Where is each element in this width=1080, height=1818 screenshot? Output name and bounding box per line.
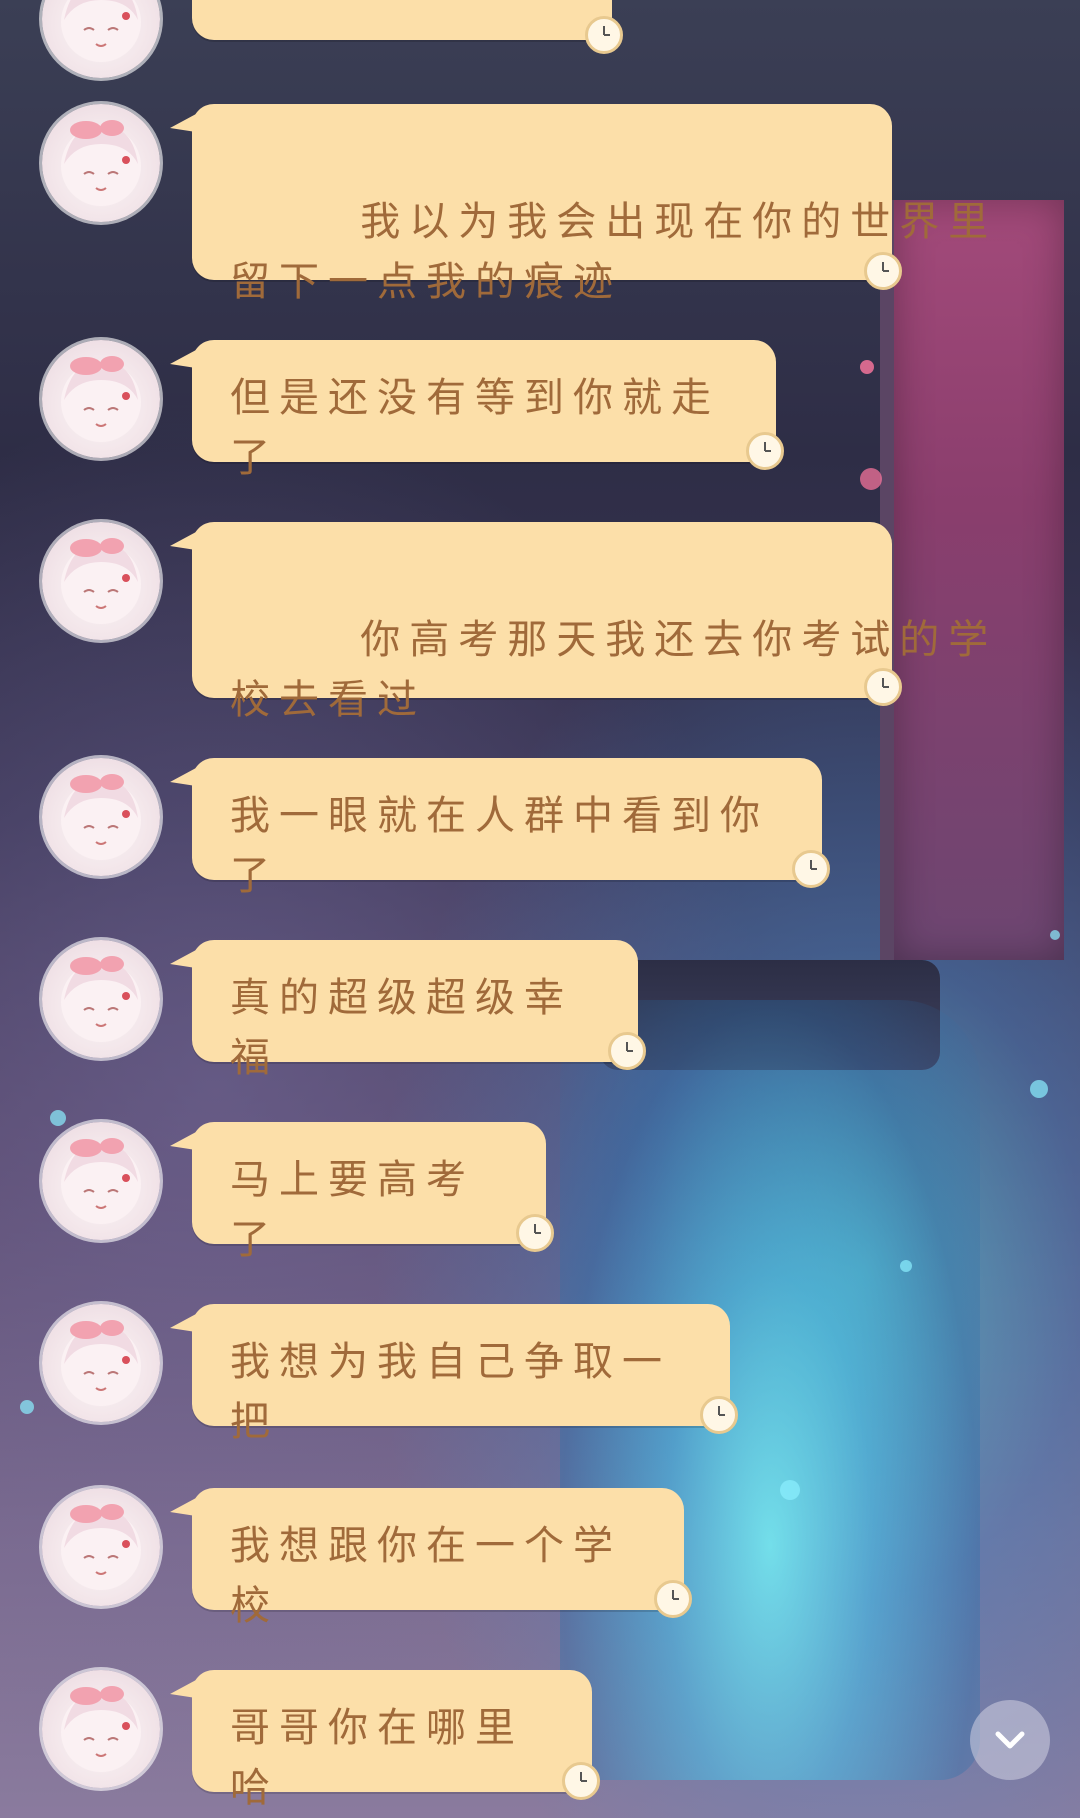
clock-icon bbox=[654, 1580, 692, 1618]
message-bubble[interactable]: 我想为我自己争取一把 bbox=[170, 1304, 730, 1445]
avatar-icon[interactable] bbox=[42, 1304, 160, 1422]
avatar-icon[interactable] bbox=[42, 104, 160, 222]
chevron-down-icon bbox=[995, 1731, 1025, 1749]
message-bubble[interactable]: 我想跟你在一个学校 bbox=[170, 1488, 684, 1629]
message-bubble[interactable]: 你高考那天我还去你考试的学 校去看过 bbox=[170, 522, 988, 723]
avatar-icon[interactable] bbox=[42, 1670, 160, 1788]
clock-icon bbox=[792, 850, 830, 888]
message-text: 我想跟你在一个学校 bbox=[230, 1523, 622, 1629]
message-text: 哥哥你在哪里哈 bbox=[230, 1705, 524, 1811]
message-bubble[interactable]: 我一眼就在人群中看到你了 bbox=[170, 758, 822, 899]
message-bubble[interactable] bbox=[192, 0, 612, 40]
clock-icon bbox=[700, 1396, 738, 1434]
clock-icon bbox=[585, 16, 623, 54]
clock-icon bbox=[516, 1214, 554, 1252]
avatar-icon[interactable] bbox=[42, 758, 160, 876]
chat-message-list[interactable]: 我以为我会出现在你的世界里 留下一点我的痕迹 但是还没有等到你就走了 你高考那天… bbox=[0, 0, 1080, 1818]
message-bubble[interactable]: 但是还没有等到你就走了 bbox=[170, 340, 776, 481]
clock-icon bbox=[864, 252, 902, 290]
avatar-icon[interactable] bbox=[42, 0, 160, 78]
avatar-icon[interactable] bbox=[42, 1122, 160, 1240]
avatar-icon[interactable] bbox=[42, 940, 160, 1058]
clock-icon bbox=[562, 1762, 600, 1800]
clock-icon bbox=[608, 1032, 646, 1070]
clock-icon bbox=[864, 668, 902, 706]
message-bubble[interactable]: 真的超级超级幸福 bbox=[170, 940, 638, 1081]
message-text: 我想为我自己争取一把 bbox=[230, 1339, 671, 1445]
message-text: 我一眼就在人群中看到你了 bbox=[230, 793, 769, 899]
scroll-to-bottom-button[interactable] bbox=[970, 1700, 1050, 1780]
avatar-icon[interactable] bbox=[42, 340, 160, 458]
avatar-icon[interactable] bbox=[42, 522, 160, 640]
message-text: 真的超级超级幸福 bbox=[230, 975, 573, 1081]
message-text: 但是还没有等到你就走了 bbox=[230, 375, 720, 481]
message-bubble[interactable]: 我以为我会出现在你的世界里 留下一点我的痕迹 bbox=[170, 104, 988, 305]
message-bubble[interactable]: 哥哥你在哪里哈 bbox=[170, 1670, 592, 1811]
clock-icon bbox=[746, 432, 784, 470]
message-text: 马上要高考了 bbox=[230, 1157, 475, 1263]
message-bubble[interactable]: 马上要高考了 bbox=[170, 1122, 546, 1263]
avatar-icon[interactable] bbox=[42, 1488, 160, 1606]
